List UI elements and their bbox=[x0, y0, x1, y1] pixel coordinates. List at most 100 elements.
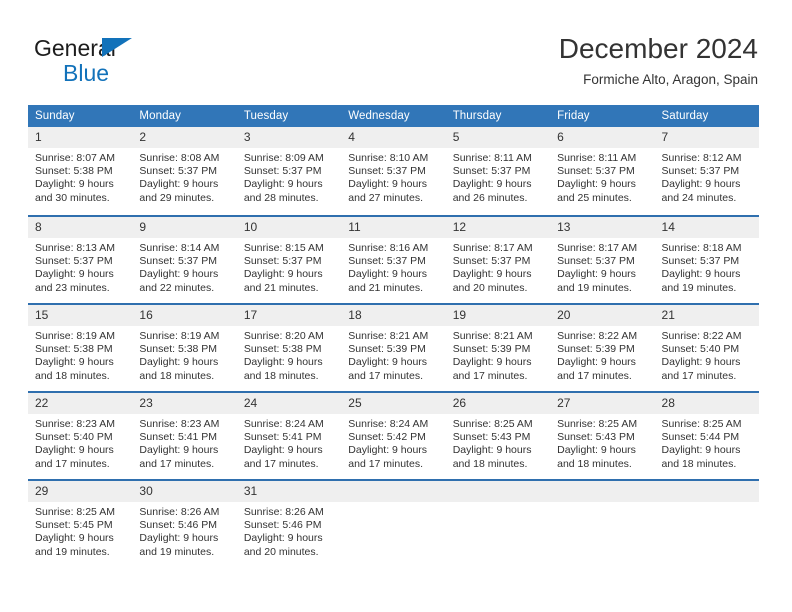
daylight-text-line2: and 17 minutes. bbox=[557, 369, 632, 382]
day-details: Sunrise: 8:11 AM Sunset: 5:37 PM Daylight:… bbox=[446, 148, 550, 205]
title-block: December 2024 Formiche Alto, Aragon, Spa… bbox=[559, 32, 758, 90]
daylight-text-line1: Daylight: 9 hours bbox=[348, 356, 428, 369]
sunset-text: Sunset: 5:37 PM bbox=[139, 165, 218, 178]
sunrise-text: Sunrise: 8:12 AM bbox=[661, 152, 742, 164]
daylight-text-line1: Daylight: 9 hours bbox=[243, 356, 323, 369]
day-cell[interactable]: 9 Sunrise: 8:14 AM Sunset: 5:37 PM Daylight… bbox=[132, 215, 237, 303]
day-cell[interactable]: 7 Sunrise: 8:12 AM Sunset: 5:37 PM Daylight… bbox=[654, 127, 759, 215]
day-details: Sunrise: 8:21 AM Sunset: 5:39 PM Daylight:… bbox=[446, 326, 550, 383]
calendar-week-row: 29 Sunrise: 8:25 AM Sunset: 5:45 PM Dayligh… bbox=[28, 479, 759, 567]
sunrise-text: Sunrise: 8:08 AM bbox=[139, 152, 220, 164]
daylight-text-line1: Daylight: 9 hours bbox=[557, 178, 636, 191]
daylight-text-line1: Daylight: 9 hours bbox=[348, 268, 428, 281]
day-details: Sunrise: 8:08 AM Sunset: 5:37 PM Daylight:… bbox=[132, 148, 236, 205]
sunset-text: Sunset: 5:42 PM bbox=[348, 431, 426, 444]
day-number: 23 bbox=[132, 393, 237, 414]
daylight-text-line1: Daylight: 9 hours bbox=[452, 444, 532, 457]
daylight-text-line1: Daylight: 9 hours bbox=[35, 356, 114, 369]
day-cell[interactable]: 2 Sunrise: 8:08 AM Sunset: 5:37 PM Daylight… bbox=[132, 127, 237, 215]
day-cell[interactable]: 29 Sunrise: 8:25 AM Sunset: 5:45 PM Dayligh… bbox=[28, 479, 133, 567]
day-details: Sunrise: 8:09 AM Sunset: 5:37 PM Daylight:… bbox=[237, 148, 341, 205]
day-cell[interactable]: 11 Sunrise: 8:16 AM Sunset: 5:37 PM Dayligh… bbox=[341, 215, 446, 303]
day-cell[interactable]: 27 Sunrise: 8:25 AM Sunset: 5:43 PM Dayligh… bbox=[550, 391, 655, 479]
daylight-text-line2: and 19 minutes. bbox=[661, 281, 737, 294]
day-cell[interactable]: 19 Sunrise: 8:21 AM Sunset: 5:39 PM Dayligh… bbox=[445, 303, 551, 391]
day-cell[interactable]: 3 Sunrise: 8:09 AM Sunset: 5:37 PM Daylight… bbox=[236, 127, 342, 215]
day-cell[interactable]: 15 Sunrise: 8:19 AM Sunset: 5:38 PM Dayligh… bbox=[28, 303, 133, 391]
day-details: Sunrise: 8:22 AM Sunset: 5:39 PM Daylight:… bbox=[550, 326, 654, 383]
sunset-text: Sunset: 5:37 PM bbox=[661, 165, 740, 178]
day-cell[interactable]: 25 Sunrise: 8:24 AM Sunset: 5:42 PM Dayligh… bbox=[341, 391, 446, 479]
day-cell[interactable]: 23 Sunrise: 8:23 AM Sunset: 5:41 PM Dayligh… bbox=[132, 391, 237, 479]
sunrise-text: Sunrise: 8:11 AM bbox=[557, 152, 637, 164]
sunset-text: Sunset: 5:37 PM bbox=[557, 165, 635, 178]
daylight-text-line1: Daylight: 9 hours bbox=[139, 444, 219, 457]
daylight-text-line1: Daylight: 9 hours bbox=[557, 268, 636, 281]
day-number bbox=[550, 481, 655, 502]
day-number: 25 bbox=[341, 393, 446, 414]
weekday-header-sunday: Sunday bbox=[28, 105, 133, 127]
daylight-text-line1: Daylight: 9 hours bbox=[557, 444, 636, 457]
brand-name-bottom: Blue bbox=[63, 60, 110, 86]
day-cell[interactable]: 6 Sunrise: 8:11 AM Sunset: 5:37 PM Daylight… bbox=[550, 127, 655, 215]
calendar-week-row: 22 Sunrise: 8:23 AM Sunset: 5:40 PM Dayligh… bbox=[28, 391, 759, 479]
sunrise-text: Sunrise: 8:25 AM bbox=[35, 506, 115, 518]
brand-logo[interactable]: General Blue bbox=[34, 36, 244, 92]
day-details: Sunrise: 8:17 AM Sunset: 5:37 PM Daylight:… bbox=[446, 238, 550, 295]
day-cell[interactable]: 12 Sunrise: 8:17 AM Sunset: 5:37 PM Dayligh… bbox=[445, 215, 551, 303]
sunset-text: Sunset: 5:38 PM bbox=[35, 343, 113, 356]
sunset-text: Sunset: 5:37 PM bbox=[661, 255, 740, 268]
day-cell[interactable]: 31 Sunrise: 8:26 AM Sunset: 5:46 PM Dayligh… bbox=[236, 479, 342, 567]
day-number: 28 bbox=[654, 393, 759, 414]
daylight-text-line2: and 30 minutes. bbox=[35, 191, 110, 204]
day-cell[interactable]: 28 Sunrise: 8:25 AM Sunset: 5:44 PM Dayligh… bbox=[654, 391, 759, 479]
daylight-text-line2: and 17 minutes. bbox=[243, 457, 319, 470]
day-cell[interactable]: 10 Sunrise: 8:15 AM Sunset: 5:37 PM Dayligh… bbox=[236, 215, 342, 303]
day-details: Sunrise: 8:12 AM Sunset: 5:37 PM Daylight:… bbox=[655, 148, 759, 205]
daylight-text-line2: and 17 minutes. bbox=[452, 369, 528, 382]
sunset-text: Sunset: 5:43 PM bbox=[452, 431, 531, 444]
day-cell[interactable]: 24 Sunrise: 8:24 AM Sunset: 5:41 PM Dayligh… bbox=[236, 391, 342, 479]
day-cell[interactable]: 1 Sunrise: 8:07 AM Sunset: 5:38 PM Daylight… bbox=[28, 127, 133, 215]
day-cell[interactable]: 22 Sunrise: 8:23 AM Sunset: 5:40 PM Dayligh… bbox=[28, 391, 133, 479]
sunrise-text: Sunrise: 8:26 AM bbox=[243, 506, 324, 518]
day-cell[interactable]: 8 Sunrise: 8:13 AM Sunset: 5:37 PM Daylight… bbox=[28, 215, 133, 303]
sunrise-text: Sunrise: 8:13 AM bbox=[35, 242, 115, 254]
day-cell[interactable]: 13 Sunrise: 8:17 AM Sunset: 5:37 PM Dayligh… bbox=[550, 215, 655, 303]
sunset-text: Sunset: 5:41 PM bbox=[243, 431, 322, 444]
day-cell[interactable]: 16 Sunrise: 8:19 AM Sunset: 5:38 PM Dayligh… bbox=[132, 303, 237, 391]
sunset-text: Sunset: 5:37 PM bbox=[557, 255, 635, 268]
day-cell[interactable]: 5 Sunrise: 8:11 AM Sunset: 5:37 PM Daylight… bbox=[445, 127, 551, 215]
daylight-text-line2: and 27 minutes. bbox=[348, 191, 423, 204]
day-cell[interactable]: 18 Sunrise: 8:21 AM Sunset: 5:39 PM Dayligh… bbox=[341, 303, 446, 391]
daylight-text-line2: and 19 minutes. bbox=[139, 545, 215, 558]
day-cell[interactable]: 26 Sunrise: 8:25 AM Sunset: 5:43 PM Dayligh… bbox=[445, 391, 551, 479]
day-cell[interactable]: 17 Sunrise: 8:20 AM Sunset: 5:38 PM Dayligh… bbox=[236, 303, 342, 391]
brand-name-top: General bbox=[34, 36, 244, 60]
sunrise-text: Sunrise: 8:21 AM bbox=[452, 330, 533, 342]
sunset-text: Sunset: 5:45 PM bbox=[35, 519, 113, 532]
day-cell[interactable]: 14 Sunrise: 8:18 AM Sunset: 5:37 PM Dayligh… bbox=[654, 215, 759, 303]
calendar-body: 1 Sunrise: 8:07 AM Sunset: 5:38 PM Daylight… bbox=[28, 127, 759, 567]
day-details: Sunrise: 8:11 AM Sunset: 5:37 PM Daylight:… bbox=[550, 148, 654, 205]
day-cell[interactable]: 20 Sunrise: 8:22 AM Sunset: 5:39 PM Dayligh… bbox=[550, 303, 655, 391]
daylight-text-line2: and 26 minutes. bbox=[452, 191, 528, 204]
weekday-header-thursday: Thursday bbox=[445, 105, 551, 127]
sunrise-text: Sunrise: 8:22 AM bbox=[557, 330, 638, 342]
day-cell[interactable]: 4 Sunrise: 8:10 AM Sunset: 5:37 PM Daylight… bbox=[341, 127, 446, 215]
day-number: 7 bbox=[654, 127, 759, 148]
daylight-text-line1: Daylight: 9 hours bbox=[35, 444, 114, 457]
day-number: 12 bbox=[445, 217, 551, 238]
day-cell[interactable]: 30 Sunrise: 8:26 AM Sunset: 5:46 PM Dayligh… bbox=[132, 479, 237, 567]
sunset-text: Sunset: 5:37 PM bbox=[139, 255, 218, 268]
daylight-text-line2: and 24 minutes. bbox=[661, 191, 737, 204]
day-cell-empty bbox=[550, 479, 655, 567]
day-cell[interactable]: 21 Sunrise: 8:22 AM Sunset: 5:40 PM Dayligh… bbox=[654, 303, 759, 391]
daylight-text-line2: and 19 minutes. bbox=[35, 545, 110, 558]
daylight-text-line1: Daylight: 9 hours bbox=[35, 178, 114, 191]
sunrise-text: Sunrise: 8:07 AM bbox=[35, 152, 115, 164]
triangle-logo-icon bbox=[102, 38, 132, 57]
daylight-text-line2: and 28 minutes. bbox=[243, 191, 319, 204]
day-number: 15 bbox=[28, 305, 133, 326]
weekday-header-row: Sunday Monday Tuesday Wednesday Thursday… bbox=[28, 105, 759, 127]
